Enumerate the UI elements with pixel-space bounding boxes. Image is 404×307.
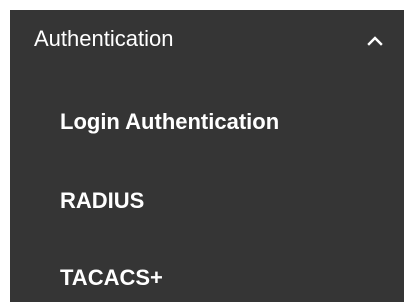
menu-item-tacacs[interactable]: TACACS+ [10,249,404,307]
sidebar-menu: Authentication Login Authentication RADI… [10,10,404,302]
menu-item-login-authentication[interactable]: Login Authentication [10,93,404,151]
section-title: Authentication [34,26,174,51]
menu-item-label: TACACS+ [60,265,163,290]
menu-item-label: RADIUS [60,188,145,213]
menu-item-label: Login Authentication [60,109,280,134]
menu-item-radius[interactable]: RADIUS [10,172,404,230]
chevron-up-icon[interactable] [366,34,384,48]
authentication-section-header[interactable]: Authentication [10,10,404,68]
